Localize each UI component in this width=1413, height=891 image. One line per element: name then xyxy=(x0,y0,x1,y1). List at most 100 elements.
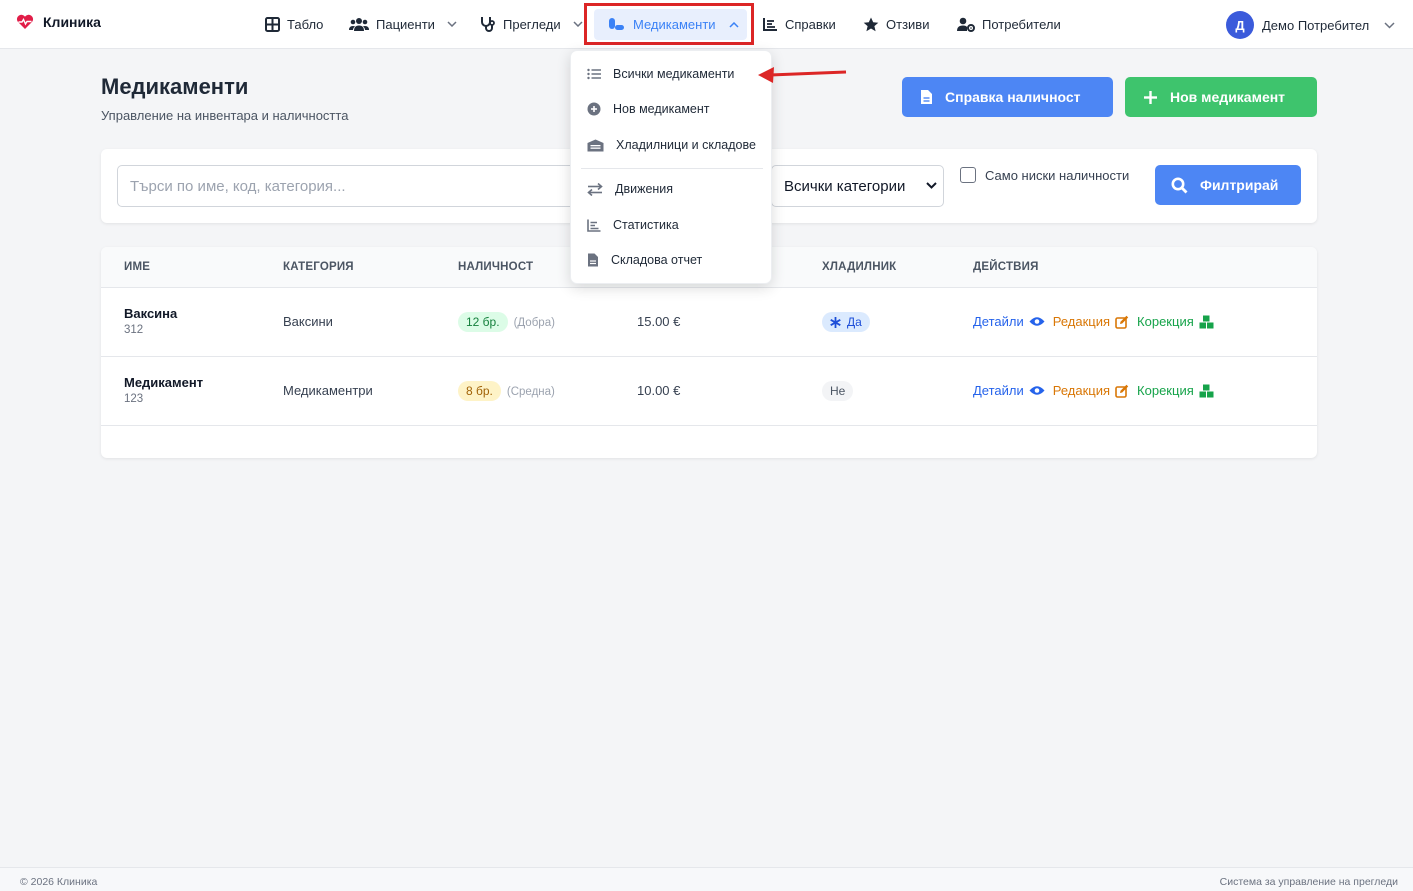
nav-reviews-label: Отзиви xyxy=(886,16,930,32)
nav-exams-label: Прегледи xyxy=(503,16,561,32)
footer-system-name: Система за управление на прегледи xyxy=(1219,876,1398,888)
chevron-down-icon xyxy=(447,21,457,27)
avatar: Д xyxy=(1226,11,1254,39)
correct-label: Корекция xyxy=(1137,314,1194,329)
menu-item-label: Хладилници и складове xyxy=(616,138,756,152)
nav-patients[interactable]: Пациенти xyxy=(349,14,457,34)
nav-users-label: Потребители xyxy=(982,16,1061,32)
list-icon xyxy=(587,68,601,80)
chart-bars-icon xyxy=(763,18,777,31)
boxes-icon xyxy=(1199,315,1214,328)
edit-label: Редакция xyxy=(1052,314,1111,329)
filter-button[interactable]: Филтрирай xyxy=(1155,165,1301,205)
nav-reports[interactable]: Справки xyxy=(763,14,836,34)
brand-link[interactable]: Клиника xyxy=(16,14,101,30)
eye-icon xyxy=(1029,386,1045,395)
stock-level-note: (Средна) xyxy=(506,386,555,398)
menu-item-label: Статистика xyxy=(613,218,679,232)
correct-link[interactable]: Корекция xyxy=(1137,383,1214,398)
nav-reviews[interactable]: Отзиви xyxy=(863,14,929,34)
medicine-name: Ваксина xyxy=(124,306,178,321)
col-header-stock: НАЛИЧНОСТ xyxy=(458,261,534,273)
edit-link[interactable]: Редакция xyxy=(1053,383,1129,398)
plus-circle-icon xyxy=(587,102,601,116)
fridge-value: Да xyxy=(847,315,862,329)
footer-copyright: © 2026 Клиника xyxy=(20,876,98,888)
eye-icon xyxy=(1029,317,1045,326)
search-input[interactable] xyxy=(117,165,577,207)
user-gear-icon xyxy=(957,17,975,32)
low-stock-checkbox[interactable] xyxy=(960,167,976,183)
category-cell: Медикаментри xyxy=(283,383,373,398)
menu-item-movements[interactable]: Движения xyxy=(587,182,673,196)
warehouse-icon xyxy=(587,139,604,151)
menu-item-statistics[interactable]: Статистика xyxy=(587,218,679,232)
menu-item-new-medicine[interactable]: Нов медикамент xyxy=(587,102,710,116)
col-header-category: КАТЕГОРИЯ xyxy=(283,261,354,273)
price-cell: 10.00 € xyxy=(637,383,681,398)
col-header-actions: ДЕЙСТВИЯ xyxy=(973,261,1039,273)
filter-button-label: Филтрирай xyxy=(1200,177,1279,193)
nav-exams[interactable]: Прегледи xyxy=(480,14,583,34)
stock-level-note: (Добра) xyxy=(513,317,555,329)
correct-link[interactable]: Корекция xyxy=(1137,314,1214,329)
menu-item-label: Складова отчет xyxy=(611,253,703,267)
nav-dashboard[interactable]: Табло xyxy=(265,14,323,34)
dashboard-grid-icon xyxy=(265,16,280,32)
page-subtitle: Управление на инвентара и наличността xyxy=(101,108,349,123)
menu-item-fridges-warehouses[interactable]: Хладилници и складове xyxy=(587,138,756,152)
col-header-fridge: ХЛАДИЛНИК xyxy=(822,261,897,273)
details-label: Детайли xyxy=(973,383,1024,398)
stock-badge: 8 бр. xyxy=(458,381,501,401)
table-row: Ваксина 312 Ваксини 12 бр. (Добра) 15.00 … xyxy=(101,288,1317,357)
medicine-code: 123 xyxy=(124,393,144,405)
fridge-cell: Да xyxy=(822,312,870,332)
correct-label: Корекция xyxy=(1137,383,1194,398)
medicine-name-cell: Ваксина 312 xyxy=(124,306,177,336)
details-link[interactable]: Детайли xyxy=(973,383,1045,398)
stock-badge: 12 бр. xyxy=(458,312,508,332)
medicines-dropdown-menu: Всички медикаменти Нов медикамент Хладил… xyxy=(570,50,772,284)
category-select[interactable]: Всички категории xyxy=(771,165,944,207)
nav-dashboard-label: Табло xyxy=(287,16,324,32)
stock-cell: 8 бр. (Средна) xyxy=(458,381,555,401)
menu-item-all-medicines[interactable]: Всички медикаменти xyxy=(587,67,734,81)
stock-report-button[interactable]: Справка наличност xyxy=(902,77,1113,117)
details-link[interactable]: Детайли xyxy=(973,314,1045,329)
row-actions: Детайли Редакция Корекция xyxy=(973,314,1214,329)
users-icon xyxy=(349,17,369,31)
search-icon xyxy=(1171,177,1188,193)
edit-label: Редакция xyxy=(1052,383,1111,398)
medicine-name: Медикамент xyxy=(124,375,204,390)
snowflake-icon xyxy=(830,316,841,328)
col-header-name: ИМЕ xyxy=(124,261,151,273)
price-cell: 15.00 € xyxy=(637,314,681,329)
star-icon xyxy=(863,17,879,31)
top-navbar: Клиника Табло Пациенти Прегледи Медикаме… xyxy=(0,0,1413,49)
plus-icon xyxy=(1144,90,1157,104)
table-row: Медикамент 123 Медикаментри 8 бр. (Средна… xyxy=(101,357,1317,426)
chart-bars-icon xyxy=(587,219,601,232)
stethoscope-icon xyxy=(481,17,495,32)
nav-reports-label: Справки xyxy=(785,16,836,32)
nav-users[interactable]: Потребители xyxy=(957,14,1061,34)
footer: © 2026 Клиника Система за управление на … xyxy=(0,867,1413,891)
user-menu[interactable]: Д Демо Потребител xyxy=(1226,11,1395,39)
file-icon xyxy=(921,90,932,104)
category-selected-value: Всички категории xyxy=(784,177,906,195)
menu-item-label: Всички медикаменти xyxy=(613,67,735,81)
menu-item-warehouse-report[interactable]: Складова отчет xyxy=(587,253,702,267)
annotation-arrow-icon xyxy=(758,67,847,83)
category-cell: Ваксини xyxy=(283,314,333,329)
highlight-annotation-box xyxy=(584,3,754,45)
user-name: Демо Потребител xyxy=(1262,17,1370,33)
stock-cell: 12 бр. (Добра) xyxy=(458,312,555,332)
file-icon xyxy=(588,253,598,267)
fridge-badge: Не xyxy=(822,381,854,401)
new-medicine-button[interactable]: Нов медикамент xyxy=(1125,77,1317,117)
low-stock-filter[interactable]: Само ниски наличности xyxy=(960,167,1129,183)
chevron-down-icon xyxy=(1384,21,1395,29)
edit-icon xyxy=(1115,384,1129,398)
details-label: Детайли xyxy=(973,314,1024,329)
edit-link[interactable]: Редакция xyxy=(1053,314,1129,329)
